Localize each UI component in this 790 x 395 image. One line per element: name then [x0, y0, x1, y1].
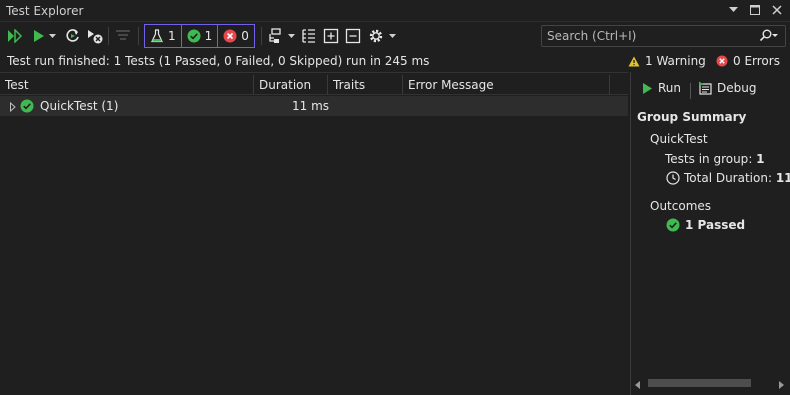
warnings-count: 1 Warning [645, 54, 706, 68]
tests-in-group-value: 1 [756, 152, 765, 166]
passed-icon [20, 99, 34, 113]
search-icon[interactable] [759, 29, 779, 43]
column-header-traits[interactable]: Traits [328, 75, 403, 95]
settings-gear-icon[interactable] [367, 27, 385, 45]
search-box[interactable]: Search (Ctrl+I) [541, 25, 786, 47]
filter-passed[interactable]: 1 [181, 24, 219, 48]
maximize-icon[interactable] [748, 3, 762, 17]
expand-all-icon[interactable] [322, 27, 340, 45]
total-duration-row: Total Duration: 11 [666, 171, 790, 185]
errors-count: 0 Errors [733, 54, 780, 68]
outcomes-label: Outcomes [650, 199, 712, 213]
group-by-icon[interactable] [266, 27, 284, 45]
errors-indicator[interactable]: 0 Errors [716, 54, 780, 68]
debug-button[interactable]: Debug [698, 81, 756, 95]
collapse-all-icon[interactable] [344, 27, 362, 45]
passed-icon [187, 29, 201, 43]
close-icon[interactable] [770, 3, 784, 17]
failed-icon [223, 29, 237, 43]
column-header-test[interactable]: Test [0, 75, 254, 95]
scroll-right-icon[interactable] [778, 378, 786, 389]
flask-icon [151, 29, 163, 43]
error-icon [716, 55, 728, 67]
group-summary-heading: Group Summary [637, 110, 747, 124]
passed-icon [666, 218, 680, 232]
total-duration-value: 11 [775, 171, 790, 185]
scroll-left-icon[interactable] [635, 378, 643, 389]
filter-total-count: 1 [168, 29, 176, 43]
summary-pane: Run Debug Group Summary QuickTest Tests … [631, 73, 790, 395]
window-controls [726, 3, 784, 17]
table-row[interactable]: QuickTest (1) 11 ms [0, 96, 628, 116]
settings-dropdown-icon[interactable] [386, 27, 398, 45]
run-icon [643, 82, 652, 94]
run-button[interactable]: Run [642, 81, 681, 95]
cancel-run-icon[interactable] [86, 27, 104, 45]
passed-outcome[interactable]: 1 Passed [666, 218, 745, 232]
playlist-icon [114, 27, 132, 45]
warnings-indicator[interactable]: 1 Warning [628, 54, 706, 68]
debug-button-label: Debug [717, 81, 757, 95]
summary-toolbar-separator [690, 83, 691, 99]
debug-icon [699, 81, 712, 95]
toolbar-separator [261, 27, 262, 45]
title-bar: Test Explorer [0, 0, 790, 22]
clock-icon [666, 171, 680, 185]
scrollbar-thumb[interactable] [648, 379, 751, 387]
status-bar: Test run finished: 1 Tests (1 Passed, 0 … [0, 50, 790, 72]
group-by-dropdown-icon[interactable] [285, 27, 297, 45]
run-all-icon[interactable] [6, 27, 24, 45]
toolbar-separator [138, 27, 139, 45]
test-name: QuickTest (1) [40, 99, 119, 113]
outcome-filters: 1 1 0 [144, 24, 255, 48]
expand-arrow-icon[interactable] [9, 101, 17, 113]
tests-in-group-row: Tests in group: 1 [665, 152, 765, 166]
window-title: Test Explorer [6, 4, 84, 18]
run-summary-text: Test run finished: 1 Tests (1 Passed, 0 … [7, 54, 430, 68]
hierarchy-icon[interactable] [300, 27, 318, 45]
summary-toolbar: Run Debug [631, 79, 790, 101]
tests-in-group-label: Tests in group [665, 152, 749, 166]
horizontal-scrollbar[interactable] [635, 375, 786, 389]
warning-icon [628, 56, 640, 66]
dropdown-icon[interactable] [726, 3, 740, 17]
test-list-pane: Test Duration Traits Error Message Quick… [0, 72, 628, 395]
rerun-icon[interactable] [64, 27, 82, 45]
search-input[interactable]: Search (Ctrl+I) [547, 29, 636, 43]
passed-outcome-label: 1 Passed [685, 218, 746, 232]
grid-header: Test Duration Traits Error Message [0, 75, 628, 95]
column-header-error-message[interactable]: Error Message [403, 75, 610, 95]
group-name: QuickTest [650, 132, 708, 146]
total-duration-label: Total Duration [684, 171, 768, 185]
test-duration: 11 ms [292, 99, 330, 113]
toolbar-separator [108, 27, 109, 45]
run-dropdown-icon[interactable] [46, 27, 58, 45]
filter-failed-count: 0 [241, 29, 249, 43]
filter-total-tests[interactable]: 1 [144, 24, 182, 48]
run-button-label: Run [658, 81, 682, 95]
filter-passed-count: 1 [204, 29, 213, 43]
toolbar: 1 1 0 Search (Ctrl+I) [0, 22, 790, 50]
filter-failed[interactable]: 0 [218, 24, 255, 48]
column-header-duration[interactable]: Duration [254, 75, 328, 95]
